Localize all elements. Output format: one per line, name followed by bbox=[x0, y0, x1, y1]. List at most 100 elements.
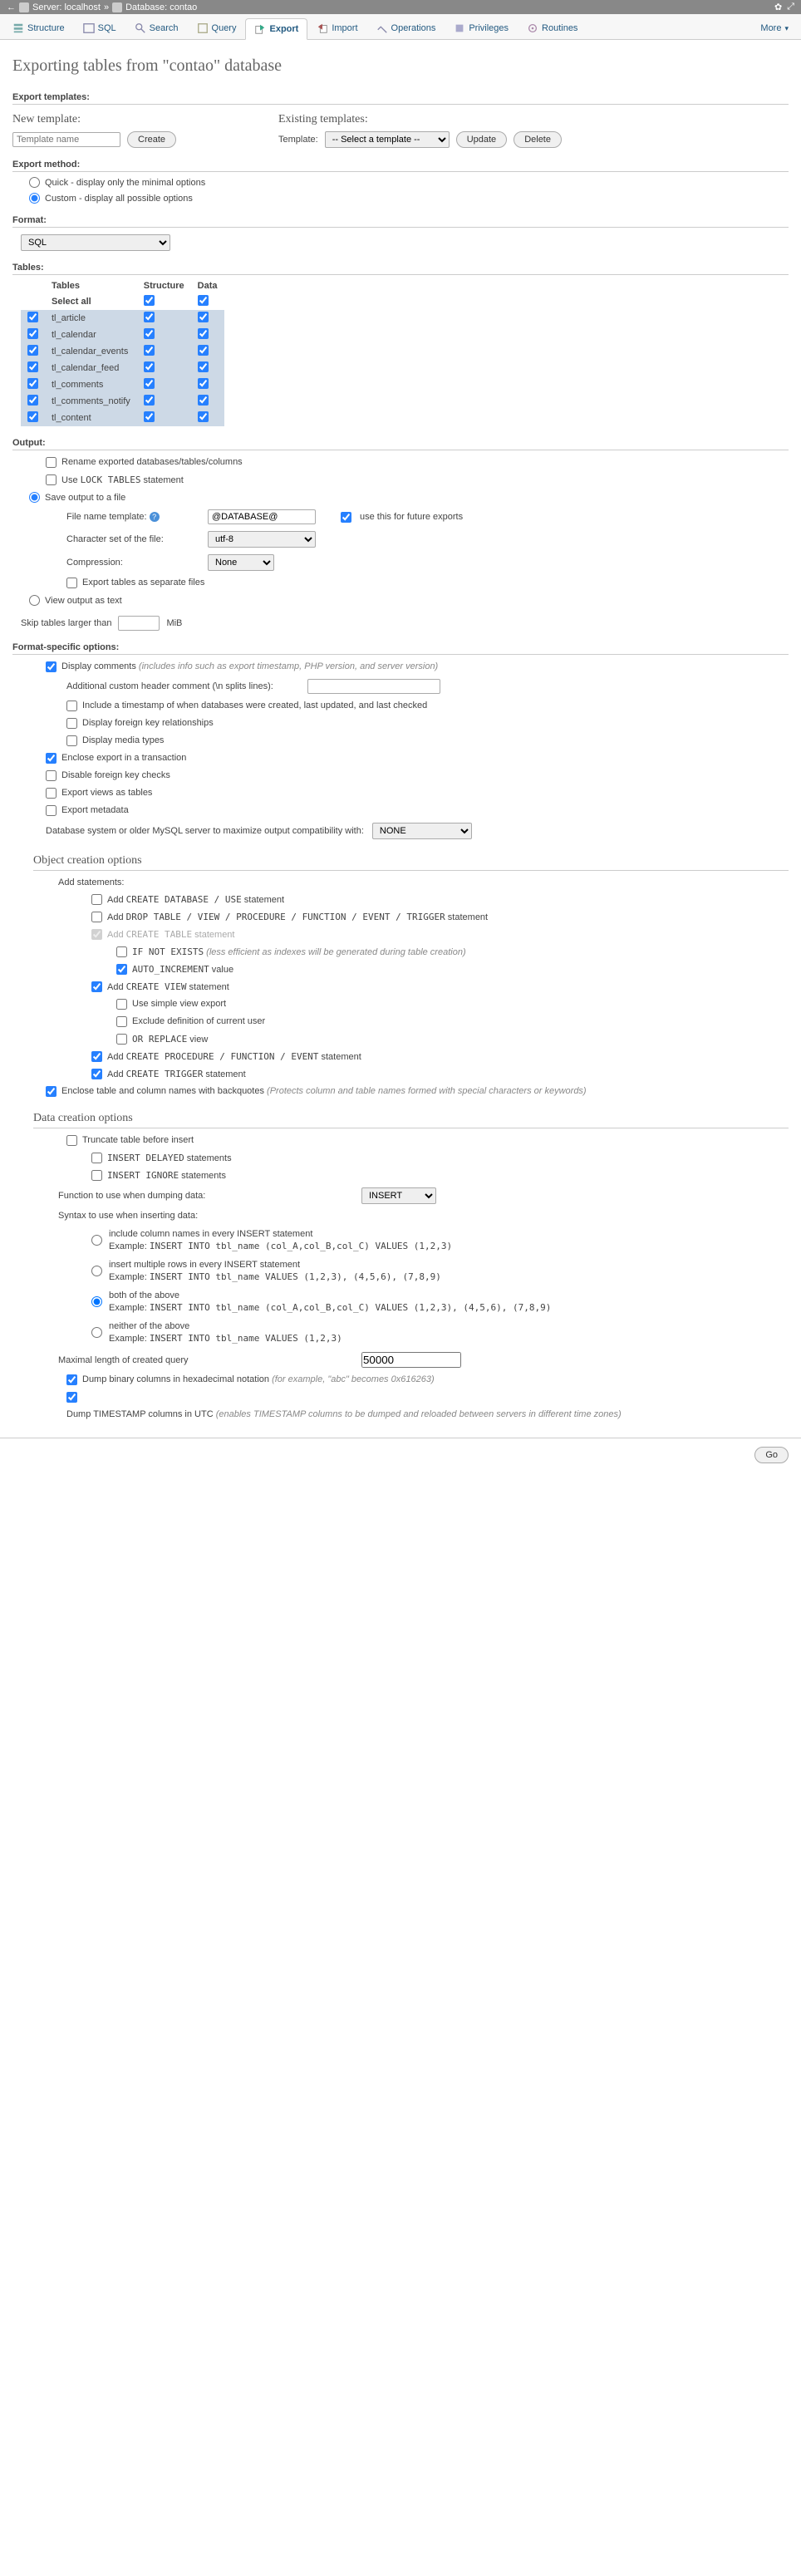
help-icon[interactable]: ⤢ bbox=[787, 2, 794, 12]
tab-structure[interactable]: Structure bbox=[3, 17, 74, 39]
delete-template-button[interactable]: Delete bbox=[514, 131, 562, 148]
display-comments-checkbox[interactable] bbox=[46, 661, 57, 672]
nav-left-icon[interactable]: ← bbox=[7, 2, 16, 12]
tab-query[interactable]: Query bbox=[188, 17, 246, 39]
add-drop-checkbox[interactable] bbox=[91, 912, 102, 922]
file-name-template-label: File name template: ? bbox=[66, 512, 199, 522]
rename-exported-checkbox[interactable] bbox=[46, 457, 57, 468]
skip-tables-label: Skip tables larger than bbox=[21, 618, 111, 628]
table-row: tl_calendar_feed bbox=[21, 360, 224, 376]
create-template-button[interactable]: Create bbox=[127, 131, 176, 148]
insert-delayed-checkbox[interactable] bbox=[91, 1153, 102, 1163]
format-heading: Format: bbox=[12, 215, 789, 228]
enclose-backquotes-checkbox[interactable] bbox=[46, 1086, 57, 1097]
syntax-r1[interactable] bbox=[91, 1229, 102, 1251]
max-len-input[interactable] bbox=[361, 1352, 461, 1368]
disable-fk-checkbox[interactable] bbox=[46, 770, 57, 781]
output-heading: Output: bbox=[12, 438, 789, 450]
go-button[interactable]: Go bbox=[754, 1447, 789, 1463]
enclose-transaction-checkbox[interactable] bbox=[46, 753, 57, 764]
file-name-template-input[interactable] bbox=[208, 509, 316, 524]
syntax-insert-label: Syntax to use when inserting data: bbox=[58, 1211, 789, 1221]
tab-search[interactable]: Search bbox=[125, 17, 188, 39]
charset-select[interactable]: utf-8 bbox=[208, 531, 316, 548]
additional-header-label: Additional custom header comment (\n spl… bbox=[66, 681, 299, 691]
max-len-label: Maximal length of created query bbox=[58, 1355, 353, 1365]
template-select[interactable]: -- Select a template -- bbox=[325, 131, 450, 148]
select-all-row: Select all bbox=[21, 293, 224, 310]
breadcrumb-bar: ← Server: localhost » Database: contao ✿… bbox=[0, 0, 801, 14]
view-as-text-radio[interactable] bbox=[29, 595, 40, 606]
help-icon[interactable]: ? bbox=[150, 512, 160, 522]
table-row: tl_calendar_events bbox=[21, 343, 224, 360]
tables-table: Tables Structure Data Select all tl_arti… bbox=[21, 278, 224, 426]
include-timestamp-checkbox[interactable] bbox=[66, 701, 77, 711]
tab-routines[interactable]: Routines bbox=[518, 17, 587, 39]
db-compat-label: Database system or older MySQL server to… bbox=[46, 826, 364, 836]
settings-icon[interactable]: ✿ bbox=[774, 2, 782, 12]
database-link[interactable]: Database: contao bbox=[125, 2, 197, 12]
template-name-input[interactable] bbox=[12, 132, 120, 147]
tab-privileges[interactable]: Privileges bbox=[445, 17, 518, 39]
add-create-proc-checkbox[interactable] bbox=[91, 1051, 102, 1062]
add-statements-label: Add statements: bbox=[58, 878, 789, 887]
export-templates-heading: Export templates: bbox=[12, 92, 789, 105]
select-all-data[interactable] bbox=[198, 295, 209, 306]
skip-tables-input[interactable] bbox=[118, 616, 160, 631]
add-create-trigger-checkbox[interactable] bbox=[91, 1069, 102, 1079]
insert-ignore-checkbox[interactable] bbox=[91, 1170, 102, 1181]
format-specific-heading: Format-specific options: bbox=[12, 642, 789, 655]
table-row: tl_content bbox=[21, 410, 224, 426]
method-custom-radio[interactable] bbox=[29, 193, 40, 204]
object-creation-heading: Object creation options bbox=[33, 854, 789, 871]
or-replace-checkbox[interactable] bbox=[116, 1034, 127, 1045]
dump-ts-checkbox[interactable] bbox=[66, 1392, 77, 1403]
auto-increment-checkbox[interactable] bbox=[116, 964, 127, 975]
additional-header-input[interactable] bbox=[307, 679, 440, 694]
syntax-r2[interactable] bbox=[91, 1260, 102, 1282]
table-row: tl_calendar bbox=[21, 327, 224, 343]
fn-dump-label: Function to use when dumping data: bbox=[58, 1191, 353, 1201]
syntax-r3[interactable] bbox=[91, 1290, 102, 1313]
table-row: tl_comments bbox=[21, 376, 224, 393]
format-select[interactable]: SQL bbox=[21, 234, 170, 251]
export-metadata-checkbox[interactable] bbox=[46, 805, 57, 816]
method-quick-radio[interactable] bbox=[29, 177, 40, 188]
export-views-checkbox[interactable] bbox=[46, 788, 57, 799]
data-creation-heading: Data creation options bbox=[33, 1112, 789, 1128]
tab-operations[interactable]: Operations bbox=[367, 17, 445, 39]
add-create-view-checkbox[interactable] bbox=[91, 981, 102, 992]
tab-export[interactable]: Export bbox=[245, 18, 307, 40]
server-link[interactable]: Server: localhost bbox=[32, 2, 101, 12]
simple-view-checkbox[interactable] bbox=[116, 999, 127, 1010]
add-create-db-checkbox[interactable] bbox=[91, 894, 102, 905]
lock-tables-checkbox[interactable] bbox=[46, 474, 57, 485]
template-label: Template: bbox=[278, 135, 318, 145]
tab-import[interactable]: Import bbox=[307, 17, 366, 39]
existing-templates-heading: Existing templates: bbox=[278, 113, 562, 126]
table-row: tl_comments_notify bbox=[21, 393, 224, 410]
charset-label: Character set of the file: bbox=[66, 534, 199, 544]
dump-binary-checkbox[interactable] bbox=[66, 1374, 77, 1385]
tab-sql[interactable]: SQL bbox=[74, 17, 125, 39]
select-all-structure[interactable] bbox=[144, 295, 155, 306]
exclude-definer-checkbox[interactable] bbox=[116, 1016, 127, 1027]
syntax-r4[interactable] bbox=[91, 1321, 102, 1344]
database-icon bbox=[112, 2, 122, 12]
export-method-heading: Export method: bbox=[12, 160, 789, 172]
truncate-checkbox[interactable] bbox=[66, 1135, 77, 1146]
update-template-button[interactable]: Update bbox=[456, 131, 507, 148]
compression-label: Compression: bbox=[66, 558, 199, 568]
future-exports-checkbox[interactable] bbox=[341, 512, 351, 523]
if-not-exists-checkbox[interactable] bbox=[116, 946, 127, 957]
tables-heading: Tables: bbox=[12, 263, 789, 275]
db-compat-select[interactable]: NONE bbox=[372, 823, 472, 839]
tab-more[interactable]: More bbox=[751, 17, 798, 39]
save-to-file-radio[interactable] bbox=[29, 492, 40, 503]
separate-files-checkbox[interactable] bbox=[66, 578, 77, 588]
fn-dump-select[interactable]: INSERT bbox=[361, 1187, 436, 1204]
compression-select[interactable]: None bbox=[208, 554, 274, 571]
new-template-heading: New template: bbox=[12, 113, 245, 126]
display-fk-checkbox[interactable] bbox=[66, 718, 77, 729]
display-media-checkbox[interactable] bbox=[66, 735, 77, 746]
